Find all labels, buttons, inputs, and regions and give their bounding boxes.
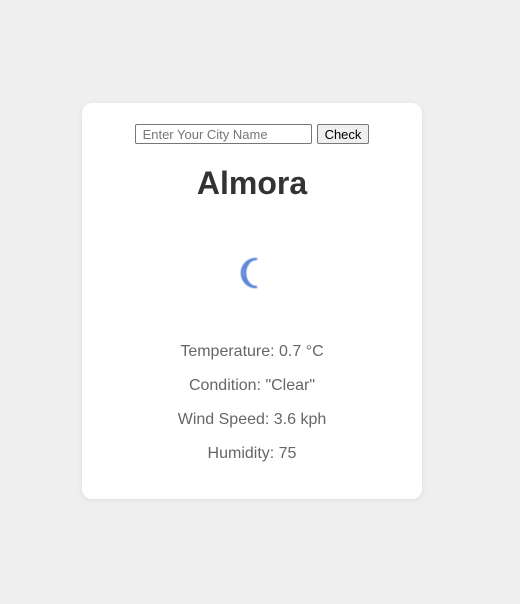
- temperature-text: Temperature: 0.7 °C: [180, 343, 324, 360]
- humidity-text: Humidity: 75: [207, 445, 297, 462]
- weather-details: Temperature: 0.7 °C Condition: "Clear" W…: [82, 343, 422, 479]
- crescent-moon-icon: [240, 257, 258, 289]
- search-bar: Check: [82, 124, 422, 144]
- check-button[interactable]: Check: [316, 124, 370, 144]
- weather-icon-container: [82, 253, 422, 293]
- city-name: Almora: [196, 165, 308, 201]
- wind-speed-text: Wind Speed: 3.6 kph: [177, 411, 327, 428]
- weather-card: Check Almora Temperature: 0.7 °C Conditi…: [82, 103, 422, 499]
- condition-text: Condition: "Clear": [188, 377, 316, 394]
- city-search-input[interactable]: [134, 124, 312, 144]
